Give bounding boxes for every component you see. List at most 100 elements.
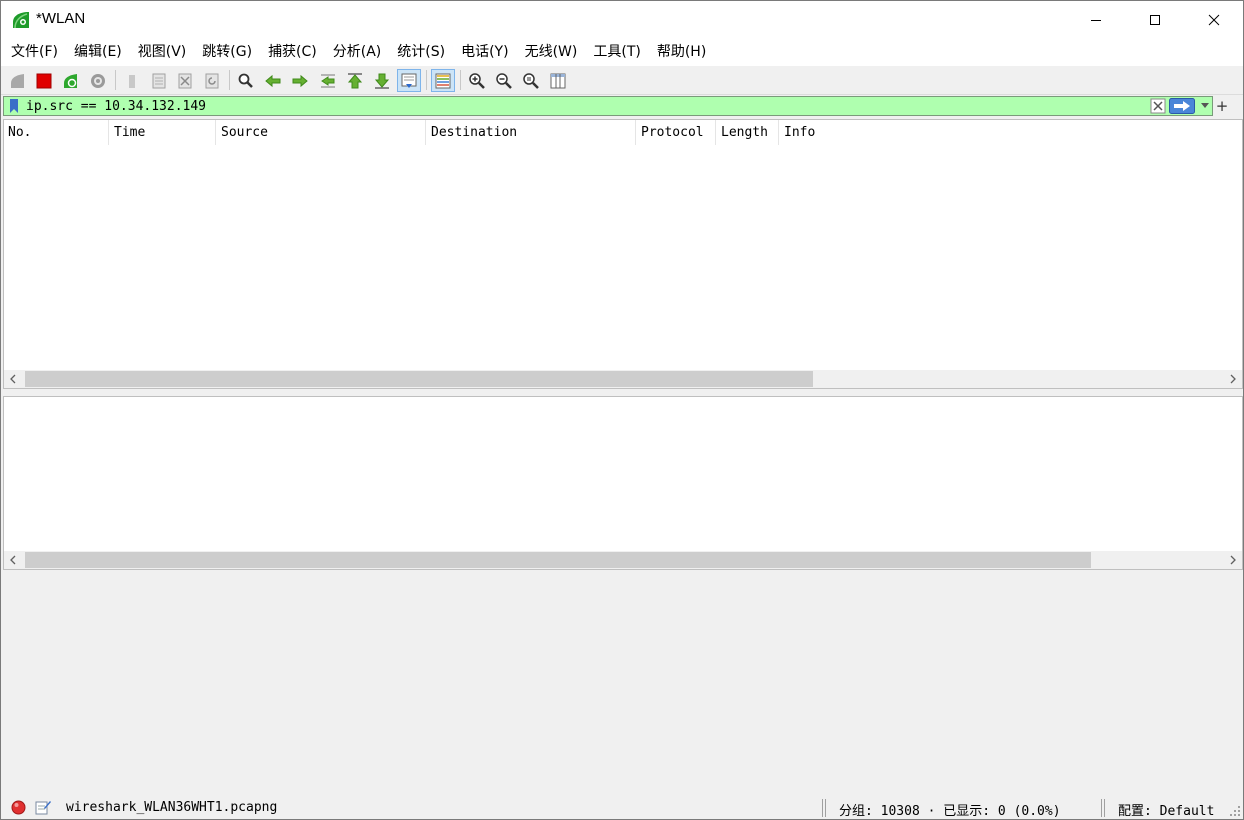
go-back-icon xyxy=(265,74,281,87)
scroll-right-icon[interactable] xyxy=(1227,373,1239,385)
close-file-icon xyxy=(178,73,192,88)
scrollbar-thumb[interactable] xyxy=(25,552,1091,568)
menu-edit[interactable]: 编辑(E) xyxy=(66,39,130,66)
save-file-button[interactable] xyxy=(147,69,171,92)
options-gear-icon xyxy=(91,73,105,88)
stop-capture-button[interactable] xyxy=(32,69,56,92)
go-forward-icon xyxy=(292,74,308,87)
menu-file[interactable]: 文件(F) xyxy=(3,39,66,66)
packet-bytes-pane[interactable] xyxy=(3,572,1243,794)
column-header-protocol[interactable]: Protocol xyxy=(637,120,716,145)
main-toolbar xyxy=(1,66,1243,95)
menu-capture[interactable]: 捕获(C) xyxy=(260,39,325,66)
column-header-info[interactable]: Info xyxy=(780,120,1242,145)
window-title: *WLAN xyxy=(36,10,86,27)
shark-fin-icon xyxy=(11,73,24,88)
close-window-button[interactable] xyxy=(1191,1,1237,39)
scroll-left-icon[interactable] xyxy=(7,554,19,566)
open-file-button[interactable] xyxy=(120,69,144,92)
go-back-button[interactable] xyxy=(261,69,285,92)
menu-bar: 文件(F) 编辑(E) 视图(V) 跳转(G) 捕获(C) 分析(A) 统计(S… xyxy=(1,39,1243,66)
zoom-in-button[interactable] xyxy=(465,69,489,92)
menu-help[interactable]: 帮助(H) xyxy=(649,39,714,66)
close-icon xyxy=(1208,14,1220,26)
status-bar: wireshark_WLAN36WHT1.pcapng 分组: 10308 · … xyxy=(1,797,1243,819)
menu-go[interactable]: 跳转(G) xyxy=(194,39,260,66)
scroll-right-icon[interactable] xyxy=(1227,554,1239,566)
normal-size-icon xyxy=(523,72,539,89)
display-filter-bar xyxy=(3,96,1213,116)
add-filter-button[interactable]: + xyxy=(1215,96,1229,116)
filter-history-dropdown[interactable] xyxy=(1198,98,1212,114)
menu-view[interactable]: 视图(V) xyxy=(130,39,195,66)
capture-comment-icon[interactable] xyxy=(35,799,51,815)
colorize-button[interactable] xyxy=(431,69,455,92)
normal-size-button[interactable] xyxy=(519,69,543,92)
maximize-button[interactable] xyxy=(1132,1,1178,39)
zoom-out-button[interactable] xyxy=(492,69,516,92)
toolbar-separator xyxy=(460,70,461,90)
status-separator xyxy=(1101,799,1105,817)
go-forward-button[interactable] xyxy=(288,69,312,92)
go-to-packet-icon xyxy=(321,74,335,87)
menu-telephony[interactable]: 电话(Y) xyxy=(453,39,516,66)
go-to-packet-button[interactable] xyxy=(316,69,340,92)
expert-info-led-icon[interactable] xyxy=(11,800,26,815)
packet-list-pane[interactable]: No. Time Source Destination Protocol Len… xyxy=(3,119,1243,389)
toolbar-separator xyxy=(115,70,116,90)
toolbar-separator xyxy=(229,70,230,90)
colorize-icon xyxy=(435,73,451,88)
menu-statistics[interactable]: 统计(S) xyxy=(389,39,453,66)
packet-details-pane[interactable] xyxy=(3,396,1243,570)
menu-tools[interactable]: 工具(T) xyxy=(585,39,648,66)
close-file-button[interactable] xyxy=(173,69,197,92)
capture-options-button[interactable] xyxy=(86,69,110,92)
clear-filter-icon[interactable] xyxy=(1150,98,1166,114)
packet-list-header: No. Time Source Destination Protocol Len… xyxy=(4,120,1242,145)
column-header-length[interactable]: Length xyxy=(717,120,779,145)
resize-columns-button[interactable] xyxy=(546,69,570,92)
zoom-in-icon xyxy=(469,72,485,89)
minimize-button[interactable] xyxy=(1073,1,1119,39)
restart-capture-button[interactable] xyxy=(59,69,83,92)
scrollbar-thumb[interactable] xyxy=(25,371,813,387)
reload-icon xyxy=(205,73,219,88)
scroll-left-icon[interactable] xyxy=(7,373,19,385)
apply-filter-arrow-icon[interactable] xyxy=(1169,98,1195,114)
chevron-down-icon xyxy=(1201,103,1209,108)
zoom-out-icon xyxy=(496,72,512,89)
first-packet-button[interactable] xyxy=(343,69,367,92)
status-separator xyxy=(822,799,826,817)
resize-grip-icon[interactable] xyxy=(1229,805,1241,817)
main-window: *WLAN 文件(F) 编辑(E) 视图(V) 跳转(G) 捕获(C) 分析(A… xyxy=(0,0,1244,820)
find-packet-button[interactable] xyxy=(234,69,258,92)
toolbar-separator xyxy=(426,70,427,90)
column-header-time[interactable]: Time xyxy=(110,120,216,145)
packet-list-hscrollbar[interactable] xyxy=(4,370,1242,388)
column-header-source[interactable]: Source xyxy=(217,120,426,145)
start-capture-button[interactable] xyxy=(6,69,30,92)
display-filter-input[interactable] xyxy=(24,97,1144,115)
find-icon xyxy=(238,73,253,88)
resize-columns-icon xyxy=(550,73,566,88)
save-file-icon xyxy=(152,73,166,88)
menu-wireless[interactable]: 无线(W) xyxy=(517,39,586,66)
wireshark-app-icon xyxy=(13,12,29,29)
maximize-icon xyxy=(1150,15,1160,25)
autoscroll-icon xyxy=(401,73,417,88)
title-bar: *WLAN xyxy=(1,1,1243,39)
column-header-no[interactable]: No. xyxy=(4,120,109,145)
menu-analyze[interactable]: 分析(A) xyxy=(325,39,390,66)
status-capture-file: wireshark_WLAN36WHT1.pcapng xyxy=(66,800,278,815)
last-packet-button[interactable] xyxy=(370,69,394,92)
autoscroll-button[interactable] xyxy=(397,69,421,92)
open-file-icon xyxy=(129,74,135,88)
bookmark-icon[interactable] xyxy=(6,98,22,114)
reload-file-button[interactable] xyxy=(200,69,224,92)
column-header-destination[interactable]: Destination xyxy=(427,120,636,145)
last-packet-icon xyxy=(374,73,390,89)
status-profile[interactable]: 配置: Default xyxy=(1118,800,1214,819)
stop-icon xyxy=(36,73,52,88)
packet-details-hscrollbar[interactable] xyxy=(4,551,1242,569)
first-packet-icon xyxy=(347,72,363,88)
